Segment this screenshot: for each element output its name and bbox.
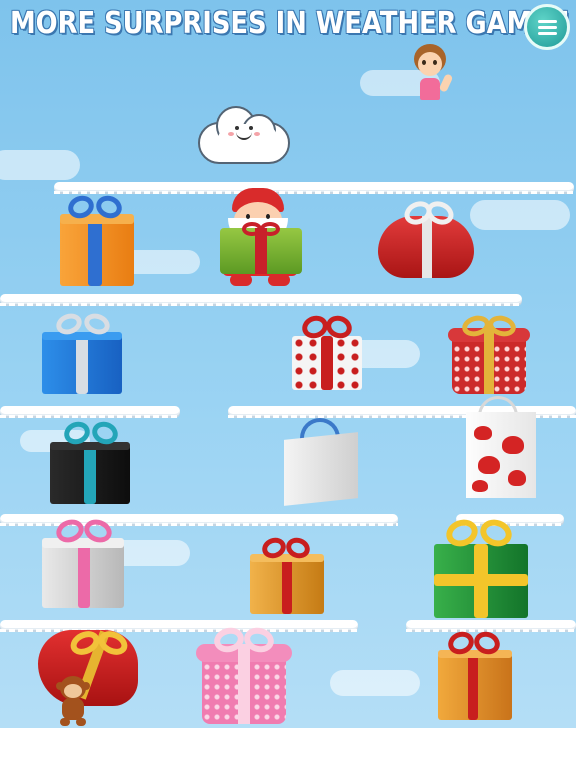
- monkey-character[interactable]: [50, 676, 94, 728]
- shelf-1: [54, 182, 574, 194]
- white-gift-bag[interactable]: [280, 418, 362, 506]
- red-hearts-gift-bag[interactable]: [462, 396, 538, 500]
- orange-gift-box[interactable]: [58, 192, 136, 288]
- pink-silver-gift-box[interactable]: [40, 515, 128, 610]
- background-cloud: [0, 150, 80, 180]
- cloud-character[interactable]: [198, 102, 290, 164]
- background-cloud: [470, 200, 570, 230]
- girl-character[interactable]: [408, 44, 456, 102]
- bottom-bar: [0, 728, 576, 768]
- red-heart-gift-box[interactable]: [374, 196, 476, 284]
- shelf-3a: [0, 406, 180, 418]
- green-gift-box[interactable]: [430, 515, 532, 620]
- hamburger-menu-icon[interactable]: [524, 4, 570, 50]
- game-title: MORE SURPRISES IN WEATHER GAME !: [10, 6, 571, 41]
- background-cloud: [330, 670, 420, 696]
- shelf-2: [0, 294, 522, 306]
- santa-holding-green-gift[interactable]: [212, 188, 308, 292]
- pink-dotted-round-gift-box[interactable]: [196, 624, 292, 726]
- white-red-dotted-gift-box[interactable]: [290, 312, 364, 392]
- red-round-gift-box[interactable]: [448, 312, 530, 396]
- gold-gift-box[interactable]: [248, 534, 328, 616]
- orange-gift-box-2[interactable]: [436, 628, 516, 722]
- blue-gift-box[interactable]: [40, 310, 126, 396]
- black-gift-box[interactable]: [48, 418, 134, 506]
- shelf-5b: [406, 620, 576, 632]
